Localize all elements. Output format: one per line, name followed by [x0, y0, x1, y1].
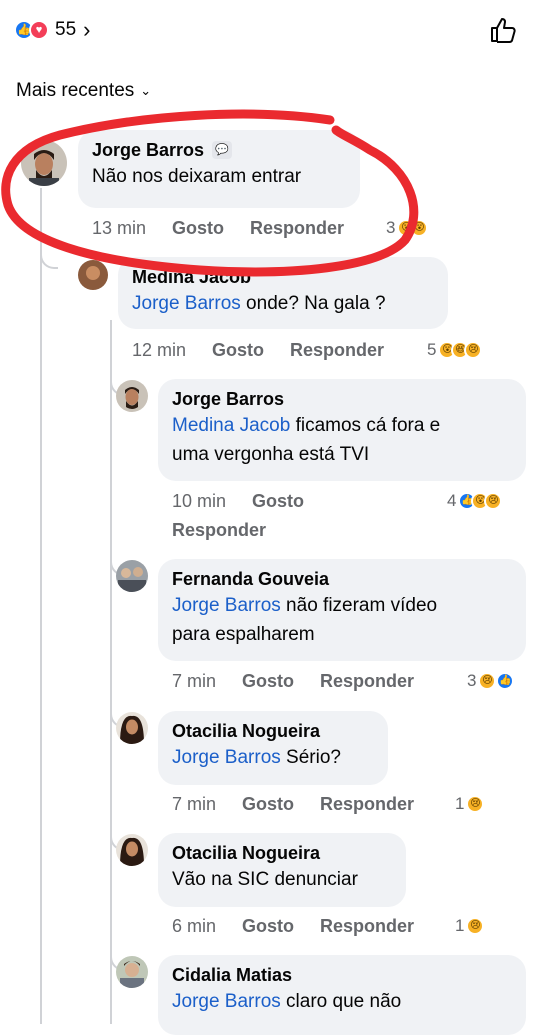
- reactions-count: 55: [55, 19, 77, 40]
- avatar[interactable]: [116, 560, 148, 592]
- love-reaction-icon: ♥: [29, 20, 49, 40]
- comment-bubble: Cidalia Matias Jorge Barros claro que nã…: [158, 955, 526, 1035]
- comment-author[interactable]: Otacilia Nogueira: [172, 841, 320, 865]
- reply-button[interactable]: Responder: [290, 340, 384, 361]
- reply-button[interactable]: Responder: [250, 218, 344, 239]
- like-reaction-icon: 👍: [496, 672, 515, 690]
- chevron-right-icon: ›: [83, 17, 91, 42]
- reply-button[interactable]: Responder: [172, 520, 266, 541]
- thread-curve: [40, 253, 58, 269]
- reaction-count: 1: [455, 916, 465, 935]
- messenger-badge-icon: 💬: [212, 141, 233, 159]
- comment-reactions[interactable]: 4 👍 😮 😢: [447, 491, 503, 511]
- comment-text: ficamos cá fora e: [290, 415, 441, 436]
- sad-reaction-icon: 😢: [466, 795, 485, 813]
- comment-author[interactable]: Cidalia Matias: [172, 963, 292, 987]
- like-button[interactable]: Gosto: [242, 916, 294, 937]
- comment-reactions[interactable]: 1 😢: [455, 916, 485, 936]
- like-button[interactable]: Gosto: [172, 218, 224, 239]
- mention-link[interactable]: Jorge Barros: [172, 595, 281, 616]
- comment-time: 13 min: [92, 218, 147, 238]
- comment-author[interactable]: Jorge Barros: [92, 138, 204, 162]
- comment-author[interactable]: Fernanda Gouveia: [172, 567, 329, 591]
- comment-text: não fizeram vídeo: [280, 595, 438, 616]
- reply-button[interactable]: Responder: [320, 671, 414, 692]
- reaction-count: 3: [467, 671, 477, 690]
- comment-text: Não nos deixaram entrar: [92, 166, 302, 187]
- comment-bubble: Otacilia Nogueira Jorge Barros Sério?: [158, 711, 388, 785]
- comment-author[interactable]: Otacilia Nogueira: [172, 719, 320, 743]
- sad-reaction-icon: 😢: [466, 917, 485, 935]
- reply-button[interactable]: Responder: [320, 794, 414, 815]
- like-button[interactable]: Gosto: [252, 491, 304, 512]
- chevron-down-icon: ⌄: [140, 83, 152, 98]
- reaction-count: 5: [427, 340, 437, 359]
- reaction-count: 4: [447, 491, 457, 510]
- avatar[interactable]: [116, 380, 148, 412]
- comment-time: 6 min: [172, 916, 217, 936]
- sort-dropdown[interactable]: Mais recentes ⌄: [16, 80, 151, 102]
- sad-reaction-icon: 😢: [478, 672, 497, 690]
- comment-reactions[interactable]: 1 😢: [455, 794, 485, 814]
- like-button[interactable]: Gosto: [242, 671, 294, 692]
- mention-link[interactable]: Jorge Barros: [132, 293, 241, 314]
- comment-bubble: Fernanda Gouveia Jorge Barros não fizera…: [158, 559, 526, 661]
- reaction-count: 1: [455, 794, 465, 813]
- reactions-summary[interactable]: 👍 ♥ 55 ›: [14, 16, 90, 44]
- comment-text: Sério?: [280, 747, 341, 768]
- sad-reaction-icon: 😢: [484, 492, 503, 510]
- comment-text: onde? Na gala ?: [240, 293, 386, 314]
- avatar[interactable]: [116, 834, 148, 866]
- mention-link[interactable]: Medina Jacob: [172, 415, 290, 436]
- reply-button[interactable]: Responder: [320, 916, 414, 937]
- comment-time: 10 min: [172, 491, 227, 511]
- sort-label: Mais recentes: [16, 80, 135, 101]
- sad-reaction-icon: 😢: [464, 341, 483, 359]
- comment-bubble: Medina Jacob Jorge Barros onde? Na gala …: [118, 257, 448, 329]
- thread-line: [40, 188, 42, 1024]
- comment-time: 12 min: [132, 340, 187, 360]
- comment-bubble: Jorge Barros Medina Jacob ficamos cá for…: [158, 379, 526, 481]
- comment-bubble: Otacilia Nogueira Vão na SIC denunciar: [158, 833, 406, 907]
- mention-link[interactable]: Jorge Barros: [172, 747, 281, 768]
- comment-bubble: Jorge Barros 💬 Não nos deixaram entrar: [78, 130, 360, 208]
- like-button[interactable]: Gosto: [242, 794, 294, 815]
- comment-reactions[interactable]: 3 😢 👍: [467, 671, 515, 691]
- avatar[interactable]: [116, 712, 148, 744]
- avatar[interactable]: [21, 140, 67, 186]
- comment-reactions[interactable]: 5 😮 😆 😢: [427, 340, 483, 360]
- wow-reaction-icon: 😮: [410, 219, 429, 237]
- comment-text: claro que não: [280, 991, 402, 1012]
- comment-text: Vão na SIC denunciar: [172, 869, 358, 890]
- comment-text: uma vergonha está TVI: [172, 444, 370, 465]
- thumbs-up-outline-icon[interactable]: [488, 15, 518, 45]
- thread-line: [110, 320, 112, 1024]
- avatar[interactable]: [78, 260, 108, 290]
- reaction-count: 3: [386, 218, 396, 237]
- comment-time: 7 min: [172, 671, 217, 691]
- mention-link[interactable]: Jorge Barros: [172, 991, 281, 1012]
- comment-author[interactable]: Jorge Barros: [172, 387, 284, 411]
- avatar[interactable]: [116, 956, 148, 988]
- comment-time: 7 min: [172, 794, 217, 814]
- comment-reactions[interactable]: 3 😮 😮: [386, 218, 429, 238]
- comment-text: para espalharem: [172, 624, 315, 645]
- like-button[interactable]: Gosto: [212, 340, 264, 361]
- comment-author[interactable]: Medina Jacob: [132, 265, 251, 289]
